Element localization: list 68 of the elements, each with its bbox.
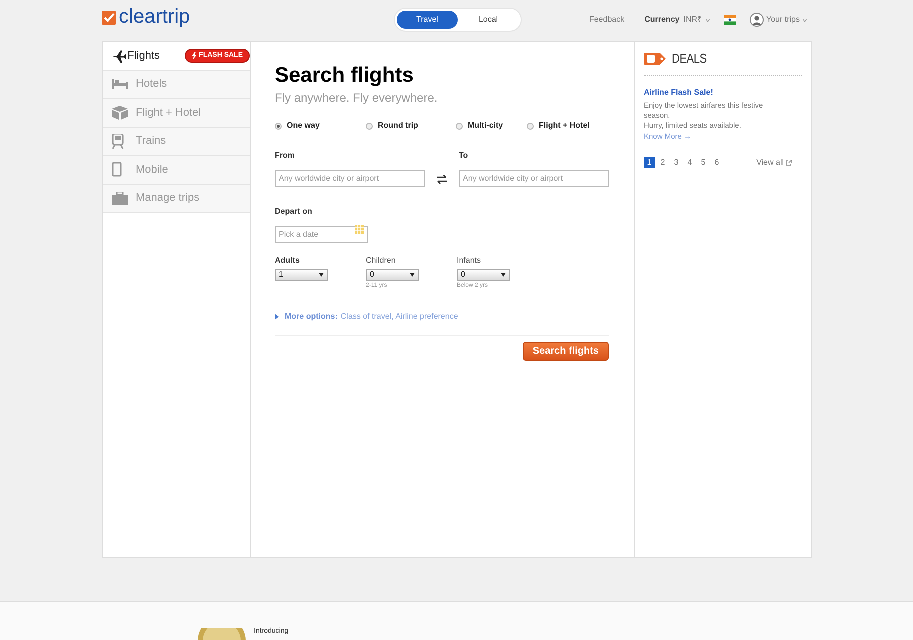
- sidebar-label: Trains: [136, 134, 166, 149]
- your-trips-dropdown[interactable]: Your trips: [766, 14, 807, 26]
- more-options-link[interactable]: More options:: [285, 311, 338, 323]
- deal-headline[interactable]: Airline Flash Sale!: [644, 86, 802, 98]
- mode-tab[interactable]: Travel: [397, 11, 458, 29]
- airplane-icon: [112, 48, 126, 63]
- dropdown-arrow-icon: [319, 273, 324, 277]
- logo[interactable]: cleartrip: [119, 7, 190, 27]
- passenger-label: Children: [366, 255, 396, 267]
- currency-label: Currency: [644, 14, 680, 26]
- from-label: From: [275, 150, 296, 162]
- page-number[interactable]: 3: [671, 157, 682, 168]
- mobile-phone-icon: [112, 162, 122, 178]
- passenger-select[interactable]: 1: [275, 269, 328, 281]
- sidebar-label: Flights: [128, 48, 160, 64]
- train-icon: [112, 134, 124, 149]
- feedback-link[interactable]: Feedback: [589, 14, 625, 26]
- passenger-select[interactable]: 0: [366, 269, 419, 281]
- sidebar-item[interactable]: Mobile: [103, 156, 250, 184]
- to-label: To: [459, 150, 470, 162]
- sidebar-label: Mobile: [136, 162, 168, 178]
- sidebar-item[interactable]: Trains: [103, 128, 250, 156]
- depart-label: Depart on: [275, 206, 314, 218]
- flag-icon[interactable]: [724, 15, 736, 25]
- passenger-label: Infants: [457, 255, 482, 267]
- passenger-label: Adults: [275, 255, 300, 267]
- bed-icon: [112, 79, 128, 90]
- price-tag-icon: [644, 52, 668, 65]
- to-input[interactable]: Any worldwide city or airport: [459, 170, 609, 187]
- sidebar-label: Hotels: [136, 77, 168, 92]
- box-icon: [112, 106, 128, 120]
- page-number[interactable]: 4: [684, 157, 696, 168]
- from-input[interactable]: Any worldwide city or airport: [275, 170, 425, 187]
- dropdown-arrow-icon: [501, 273, 506, 277]
- more-options-detail: Class of travel, Airline preference: [340, 311, 458, 323]
- mode-tab[interactable]: Local: [458, 11, 519, 29]
- page-number[interactable]: 1: [644, 157, 655, 168]
- date-field[interactable]: Pick a date: [275, 226, 368, 243]
- search-flights-button[interactable]: Search flights: [522, 342, 609, 361]
- deals-heading: DEALS: [672, 50, 707, 68]
- medal-icon: [198, 628, 246, 640]
- checkbox-logo-icon: [102, 11, 116, 25]
- trip-type-radio[interactable]: Multi-city: [456, 120, 527, 132]
- trip-type-radio[interactable]: Round trip: [366, 120, 456, 132]
- page-title: Search flights: [275, 63, 415, 89]
- caret-icon: [706, 18, 710, 22]
- trip-type-radio[interactable]: Flight + Hotel: [527, 120, 607, 132]
- sidebar-item[interactable]: Hotels: [103, 70, 250, 99]
- caret-icon: [803, 18, 807, 22]
- passenger-select[interactable]: 0: [457, 269, 510, 281]
- view-all-link[interactable]: View all: [756, 156, 792, 168]
- sidebar-item[interactable]: Flight + Hotel: [103, 99, 250, 128]
- swap-arrows-icon[interactable]: [437, 175, 447, 184]
- sidebar-label: Flight + Hotel: [136, 106, 202, 120]
- sidebar-item[interactable]: Manage trips: [103, 184, 250, 213]
- currency-dropdown[interactable]: INR₹: [684, 14, 710, 26]
- page-number[interactable]: 5: [698, 157, 709, 168]
- expand-triangle-icon: [275, 314, 279, 320]
- page-subtitle: Fly anywhere. Fly everywhere.: [275, 90, 439, 106]
- external-link-icon: [786, 160, 792, 166]
- sidebar-label: Manage trips: [136, 191, 200, 206]
- dropdown-arrow-icon: [410, 273, 415, 277]
- briefcase-icon: [112, 192, 128, 205]
- page-number[interactable]: 2: [658, 157, 668, 168]
- user-avatar-icon[interactable]: [750, 13, 764, 27]
- trip-type-radio[interactable]: One way: [275, 120, 366, 132]
- page-number[interactable]: 6: [712, 157, 722, 168]
- lightning-icon: [192, 52, 198, 60]
